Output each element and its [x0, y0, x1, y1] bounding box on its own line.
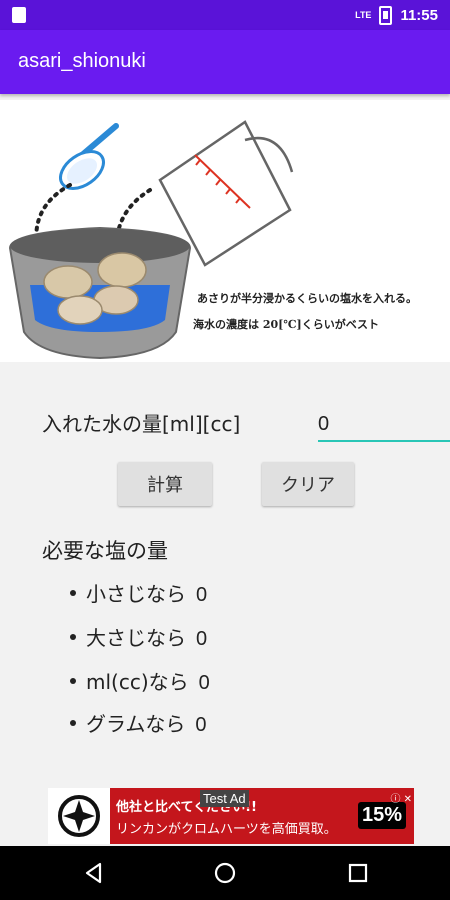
illustration-caption-2: 海水の濃度は 20[℃]くらいがベスト: [193, 318, 379, 331]
battery-icon: [379, 5, 393, 25]
bullet-icon: [70, 633, 76, 640]
ad-badge: 15%: [357, 802, 406, 829]
sd-card-icon: [12, 7, 26, 23]
bullet-icon: [70, 719, 76, 726]
chrome-cross-icon: [58, 795, 100, 837]
bullet-icon: [70, 589, 76, 596]
result-value: 0: [195, 714, 207, 736]
result-label: 小さじなら: [86, 582, 186, 606]
ad-logo: [48, 788, 110, 844]
ad-info-icon[interactable]: ⓘ ✕: [390, 790, 412, 805]
result-ml: ml(cc)なら 0: [70, 666, 210, 695]
app-bar: asari_shionuki: [0, 30, 450, 94]
result-tablespoon: 大さじなら 0: [70, 622, 207, 651]
ad-subline: リンカンがクロムハーツを高価買取。: [116, 822, 337, 837]
result-label: グラムなら: [86, 712, 186, 736]
salt-amount-title: 必要な塩の量: [42, 539, 168, 563]
result-value: 0: [196, 628, 208, 650]
result-label: ml(cc)なら: [86, 670, 189, 694]
clear-button[interactable]: クリア: [262, 462, 354, 506]
illustration: あさりが半分浸かるくらいの塩水を入れる。 海水の濃度は 20[℃]くらいがベスト: [0, 100, 450, 362]
water-amount-input[interactable]: [318, 408, 450, 442]
salt-spoon-icon: [59, 123, 119, 190]
bowl-icon: [8, 226, 192, 360]
result-value: 0: [198, 672, 210, 694]
illustration-caption-1: あさりが半分浸かるくらいの塩水を入れる。: [197, 292, 417, 305]
back-icon[interactable]: [82, 861, 106, 885]
bullet-icon: [70, 677, 76, 684]
navigation-bar: [0, 846, 450, 900]
water-amount-label: 入れた水の量[ml][cc]: [42, 412, 241, 436]
result-gram: グラムなら 0: [70, 708, 207, 737]
ad-banner[interactable]: 他社と比べてください!! リンカンがクロムハーツを高価買取。 Test Ad 1…: [48, 788, 414, 844]
signal-icon: LTE: [355, 10, 372, 20]
test-ad-label: Test Ad: [200, 790, 249, 807]
result-value: 0: [196, 584, 208, 606]
result-label: 大さじなら: [86, 626, 186, 650]
home-icon[interactable]: [213, 861, 237, 885]
status-time: 11:55: [400, 6, 438, 24]
result-teaspoon: 小さじなら 0: [70, 578, 207, 607]
app-title: asari_shionuki: [18, 50, 146, 72]
calculate-button[interactable]: 計算: [118, 462, 212, 506]
recents-icon[interactable]: [346, 861, 370, 885]
status-bar: LTE 11:55: [0, 0, 450, 30]
